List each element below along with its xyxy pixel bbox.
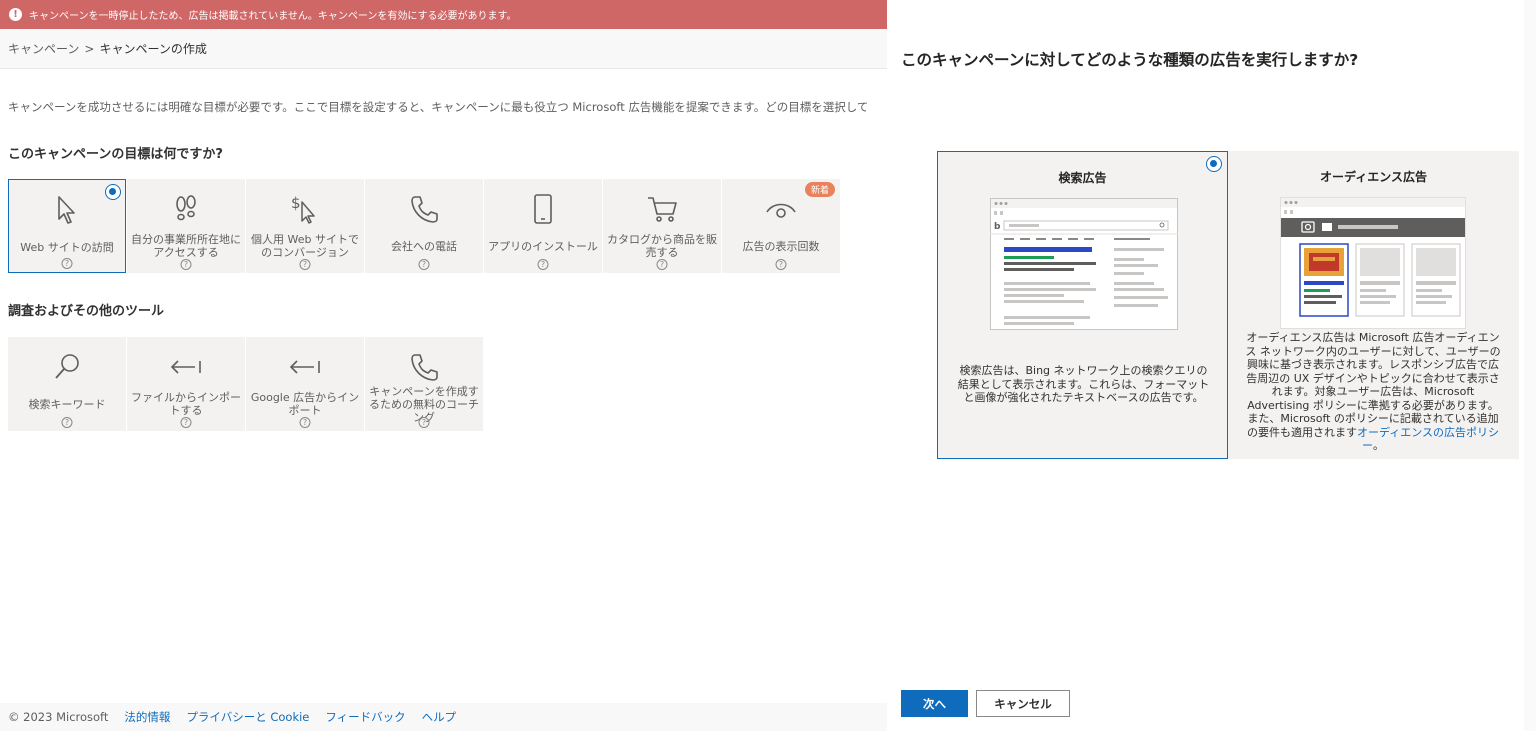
import-arrow-icon xyxy=(169,351,203,383)
footsteps-icon xyxy=(173,193,199,225)
footer-link-feedback[interactable]: フィードバック xyxy=(325,709,405,725)
search-ads-card[interactable]: 検索広告 b 検索広告は、Bing ネットワーク上の検索クエリの結果として表示さ… xyxy=(937,151,1228,459)
help-icon[interactable]: ? xyxy=(299,259,311,270)
breadcrumb: キャンペーン > キャンペーンの作成 xyxy=(0,29,887,69)
tool-label: 検索キーワード xyxy=(28,397,106,411)
tool-label: ファイルからインポートする xyxy=(131,391,241,417)
banner-text: キャンペーンを一時停止したため、広告は掲載されていません。キャンペーンを有効にす… xyxy=(29,11,517,22)
goal-label: カタログから商品を販売する xyxy=(607,233,717,259)
goal-tile-app-installs[interactable]: アプリのインストール ? xyxy=(484,179,602,273)
paused-warning-banner: ! キャンペーンを一時停止したため、広告は掲載されていません。キャンペーンを有効… xyxy=(0,0,887,29)
cursor-icon xyxy=(55,194,79,226)
tool-tile-keywords[interactable]: 検索キーワード ? xyxy=(8,337,126,431)
panel-title: このキャンペーンに対してどのような種類の広告を実行しますか? xyxy=(901,51,1359,69)
breadcrumb-separator: > xyxy=(84,41,95,56)
copyright-text: © 2023 Microsoft xyxy=(8,710,109,724)
audience-ads-description-text: オーディエンス広告は Microsoft 広告オーディエンス ネットワーク内のユ… xyxy=(1245,331,1501,439)
cancel-button[interactable]: キャンセル xyxy=(976,690,1070,717)
panel-actions: 次へ キャンセル xyxy=(901,690,1070,717)
error-icon: ! xyxy=(9,8,22,21)
help-icon[interactable]: ? xyxy=(537,259,549,270)
help-icon[interactable]: ? xyxy=(180,259,192,270)
help-icon[interactable]: ? xyxy=(418,259,430,270)
ad-type-panel: このキャンペーンに対してどのような種類の広告を実行しますか? 検索広告 b 検索… xyxy=(887,0,1536,731)
import-arrow-icon xyxy=(288,351,322,383)
search-ads-illustration: b xyxy=(990,198,1178,334)
goal-label: アプリのインストール xyxy=(488,239,598,253)
goal-radio-selected[interactable] xyxy=(105,184,121,200)
audience-ads-card[interactable]: オーディエンス広告 オーディエンス広告は Microsoft 広告オーディエンス… xyxy=(1228,151,1519,459)
tool-label: Google 広告からインポート xyxy=(250,391,360,417)
goal-label: 会社への電話 xyxy=(391,239,457,253)
goal-label: 個人用 Web サイトでのコンバージョン xyxy=(251,233,359,259)
tool-label: キャンペーンを作成するための無料のコーチング xyxy=(369,384,479,424)
goal-tile-conversions[interactable]: $ 個人用 Web サイトでのコンバージョン ? xyxy=(246,179,364,273)
phone-icon xyxy=(409,193,439,225)
footer-link-help[interactable]: ヘルプ xyxy=(422,709,457,725)
goal-tile-website-visits[interactable]: Web サイトの訪問 ? xyxy=(8,179,126,273)
breadcrumb-campaigns[interactable]: キャンペーン xyxy=(8,40,79,57)
help-icon[interactable]: ? xyxy=(61,258,73,269)
help-icon[interactable]: ? xyxy=(299,417,311,428)
help-icon[interactable]: ? xyxy=(180,417,192,428)
tool-tile-import-file[interactable]: ファイルからインポートする ? xyxy=(127,337,245,431)
page-footer: © 2023 Microsoft 法的情報 プライバシーと Cookie フィー… xyxy=(0,703,887,731)
footer-link-privacy[interactable]: プライバシーと Cookie xyxy=(186,709,309,725)
audience-ads-description: オーディエンス広告は Microsoft 広告オーディエンス ネットワーク内のユ… xyxy=(1242,331,1504,453)
goal-tile-phone-calls[interactable]: 会社への電話 ? xyxy=(365,179,483,273)
help-icon[interactable]: ? xyxy=(418,417,430,428)
cart-icon xyxy=(646,193,678,225)
goal-tile-impressions[interactable]: 新着 広告の表示回数 ? xyxy=(722,179,840,273)
goal-tile-store-visits[interactable]: 自分の事業所所在地にアクセスする ? xyxy=(127,179,245,273)
help-icon[interactable]: ? xyxy=(61,417,73,428)
mobile-icon xyxy=(532,193,554,225)
intro-text: キャンペーンを成功させるには明確な目標が必要です。ここで目標を設定すると、キャン… xyxy=(8,100,869,114)
audience-ads-title: オーディエンス広告 xyxy=(1320,170,1427,184)
tool-tiles: 検索キーワード ? ファイルからインポートする ? Google 広告からインポ… xyxy=(8,337,483,431)
tool-tile-import-google[interactable]: Google 広告からインポート ? xyxy=(246,337,364,431)
next-button[interactable]: 次へ xyxy=(901,690,968,717)
campaign-page: ! キャンペーンを一時停止したため、広告は掲載されていません。キャンペーンを有効… xyxy=(0,0,887,731)
goal-tile-catalog-sales[interactable]: カタログから商品を販売する ? xyxy=(603,179,721,273)
new-badge: 新着 xyxy=(804,182,835,197)
help-icon[interactable]: ? xyxy=(775,259,787,270)
eye-icon xyxy=(764,193,798,225)
svg-text:b: b xyxy=(994,222,1001,232)
breadcrumb-current: キャンペーンの作成 xyxy=(99,42,207,56)
phone-icon xyxy=(409,351,439,383)
search-icon xyxy=(52,351,82,383)
tools-heading: 調査およびその他のツール xyxy=(8,304,165,319)
ad-type-cards: 検索広告 b 検索広告は、Bing ネットワーク上の検索クエリの結果として表示さ… xyxy=(937,151,1519,459)
goal-heading: このキャンペーンの目標は何ですか? xyxy=(8,147,223,162)
dollar-cursor-icon: $ xyxy=(290,193,320,225)
search-ads-description: 検索広告は、Bing ネットワーク上の検索クエリの結果として表示されます。これら… xyxy=(957,364,1210,404)
panel-scrollbar[interactable] xyxy=(1524,0,1536,731)
goal-tiles: Web サイトの訪問 ? 自分の事業所所在地にアクセスする ? $ 個人用 We… xyxy=(8,179,840,273)
goal-label: 広告の表示回数 xyxy=(742,239,820,253)
tool-tile-free-coaching[interactable]: キャンペーンを作成するための無料のコーチング ? xyxy=(365,337,483,431)
svg-text:$: $ xyxy=(291,194,301,212)
footer-link-legal[interactable]: 法的情報 xyxy=(124,709,170,725)
help-icon[interactable]: ? xyxy=(656,259,668,270)
audience-ads-description-suffix: 。 xyxy=(1372,439,1384,452)
audience-ads-illustration xyxy=(1280,197,1466,333)
goal-label: 自分の事業所所在地にアクセスする xyxy=(131,233,241,259)
search-ads-title: 検索広告 xyxy=(1058,171,1107,185)
